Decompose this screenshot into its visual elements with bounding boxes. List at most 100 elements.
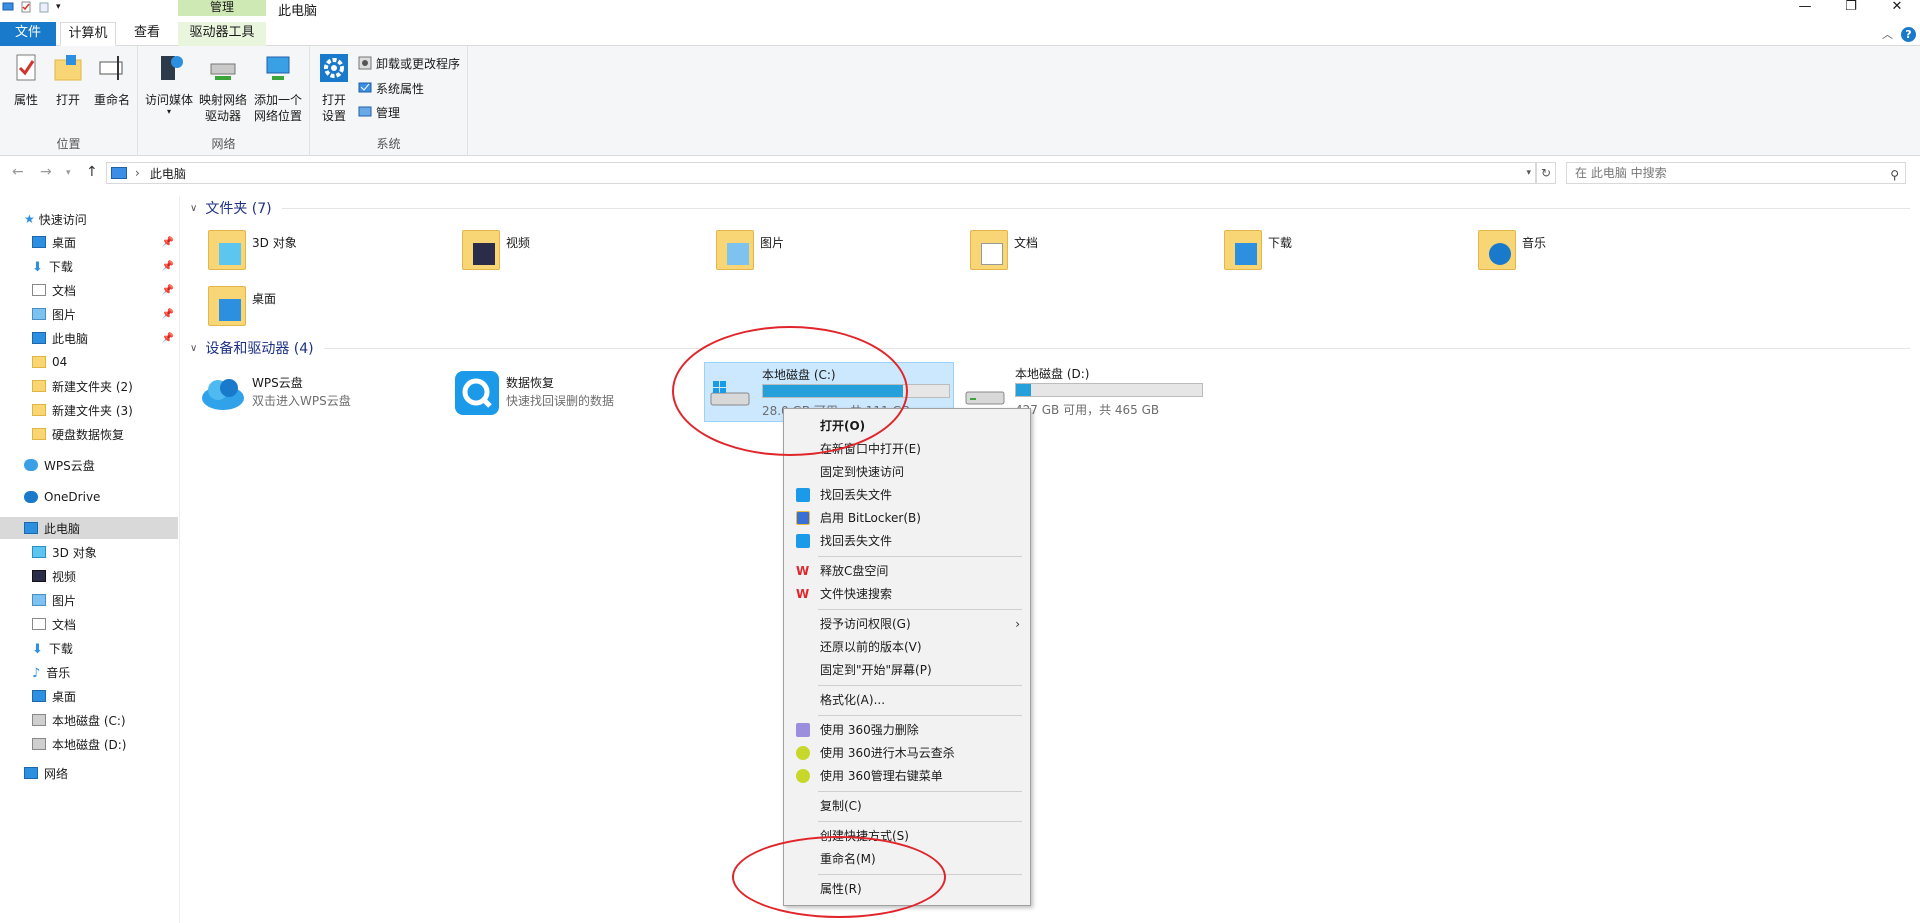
add-network-location-button[interactable]: 添加一个 网络位置 [250, 52, 306, 124]
sidebar-item-disk-recovery[interactable]: 硬盘数据恢复 [0, 423, 178, 445]
system-properties-button[interactable]: 系统属性 [358, 77, 424, 99]
menu-recover-files-1[interactable]: 找回丢失文件 [784, 484, 1030, 506]
wps-w-icon: W [796, 564, 810, 578]
map-drive-button[interactable]: 映射网络 驱动器 [196, 52, 250, 124]
sidebar-item-pictures-pc[interactable]: 图片 [0, 589, 178, 611]
sidebar-item-wps[interactable]: WPS云盘 [0, 454, 178, 476]
chevron-down-icon[interactable]: ∨ [190, 343, 197, 354]
menu-copy[interactable]: 复制(C) [784, 795, 1030, 817]
sidebar-item-desktop[interactable]: 桌面 📌 [0, 231, 178, 253]
new-folder-icon[interactable] [38, 1, 50, 13]
menu-360-scan[interactable]: 使用 360进行木马云查杀 [784, 742, 1030, 764]
tab-computer[interactable]: 计算机 [60, 22, 116, 46]
sidebar-item-quick-access[interactable]: ★ 快速访问 [0, 208, 178, 230]
folder-downloads[interactable]: 下载 [1222, 226, 1292, 270]
sidebar-item-videos[interactable]: 视频 [0, 565, 178, 587]
sidebar-item-documents-pc[interactable]: 文档 [0, 613, 178, 635]
menu-pin-start[interactable]: 固定到"开始"屏幕(P) [784, 659, 1030, 681]
folder-label: 图片 [760, 236, 785, 250]
breadcrumb[interactable]: 此电脑 [150, 165, 186, 182]
uninstall-programs-button[interactable]: 卸载或更改程序 [358, 52, 460, 74]
chevron-down-icon[interactable]: ∨ [190, 203, 197, 214]
sidebar-item-label: 04 [52, 355, 68, 369]
close-button[interactable]: ✕ [1874, 0, 1920, 16]
search-icon[interactable]: ⚲ [1890, 165, 1899, 185]
manage-button[interactable]: 管理 [358, 101, 400, 123]
menu-grant-access-label: 授予访问权限(G) [820, 617, 911, 631]
tab-view[interactable]: 查看 [122, 22, 172, 46]
back-arrow-icon[interactable]: ← [12, 164, 24, 180]
forward-arrow-icon[interactable]: → [40, 164, 52, 180]
sidebar-item-music[interactable]: ♪ 音乐 [0, 661, 178, 683]
recent-locations-icon[interactable]: ▾ [66, 168, 71, 178]
sidebar-item-desktop-pc[interactable]: 桌面 [0, 685, 178, 707]
menu-format[interactable]: 格式化(A)... [784, 689, 1030, 711]
360-shred-icon [796, 723, 810, 737]
menu-360-delete[interactable]: 使用 360强力删除 [784, 719, 1030, 741]
wps-cloud-name: WPS云盘 [252, 376, 303, 390]
sidebar-item-drive-d[interactable]: 本地磁盘 (D:) [0, 733, 178, 755]
tab-drive-tools[interactable]: 驱动器工具 [178, 22, 266, 46]
title-bar: ▾ 管理 此电脑 — ❐ ✕ [0, 0, 1920, 19]
rename-button[interactable]: 重命名 [90, 52, 134, 108]
menu-360-manage-label: 使用 360管理右键菜单 [820, 769, 943, 783]
menu-grant-access[interactable]: 授予访问权限(G) › [784, 613, 1030, 635]
access-media-button[interactable]: 访问媒体 ▾ [144, 52, 194, 116]
folders-section-header[interactable]: ∨ 文件夹 (7) [190, 198, 1910, 218]
menu-free-c-space[interactable]: W 释放C盘空间 [784, 560, 1030, 582]
folder-3d-objects[interactable]: 3D 对象 [206, 226, 297, 270]
maximize-button[interactable]: ❐ [1828, 0, 1874, 16]
sidebar-item-new-folder-2[interactable]: 新建文件夹 (2) [0, 375, 178, 397]
menu-separator [818, 609, 1022, 610]
menu-360-scan-label: 使用 360进行木马云查杀 [820, 746, 955, 760]
refresh-icon[interactable]: ↻ [1536, 162, 1556, 184]
address-dropdown-icon[interactable]: ▾ [1526, 168, 1531, 178]
sidebar-item-onedrive[interactable]: OneDrive [0, 486, 178, 508]
folder-desktop[interactable]: 桌面 [206, 282, 276, 326]
submenu-arrow-icon: › [1015, 617, 1020, 631]
sidebar-item-documents[interactable]: 文档 📌 [0, 279, 178, 301]
sidebar-item-this-pc-quick[interactable]: 此电脑 📌 [0, 327, 178, 349]
properties-check-icon[interactable] [20, 1, 32, 13]
sidebar-item-downloads[interactable]: ⬇ 下载 📌 [0, 255, 178, 277]
breadcrumb-separator-icon[interactable]: › [135, 166, 140, 180]
menu-bitlocker[interactable]: 启用 BitLocker(B) [784, 507, 1030, 529]
menu-restore-versions[interactable]: 还原以前的版本(V) [784, 636, 1030, 658]
address-bar[interactable]: › 此电脑 ▾ [106, 162, 1536, 184]
folder-music[interactable]: 音乐 [1476, 226, 1546, 270]
sidebar-item-this-pc[interactable]: 此电脑 [0, 517, 178, 539]
wps-cloud-tile[interactable]: WPS云盘 双击进入WPS云盘 [200, 366, 420, 422]
menu-360-manage[interactable]: 使用 360管理右键菜单 [784, 765, 1030, 787]
drive-d-capacity: 427 GB 可用，共 465 GB [1015, 403, 1160, 417]
open-settings-button[interactable]: 打开 设置 [316, 52, 352, 124]
manage-context-tab[interactable]: 管理 [178, 0, 266, 16]
menu-pin-quick-access[interactable]: 固定到快速访问 [784, 461, 1030, 483]
sidebar-item-network[interactable]: 网络 [0, 762, 178, 784]
folder-videos[interactable]: 视频 [460, 226, 530, 270]
sidebar-item-drive-c[interactable]: 本地磁盘 (C:) [0, 709, 178, 731]
sidebar-item-new-folder-3[interactable]: 新建文件夹 (3) [0, 399, 178, 421]
properties-button[interactable]: 属性 [8, 52, 44, 108]
collapse-ribbon-icon[interactable]: ︿ [1882, 26, 1893, 42]
up-arrow-icon[interactable]: ↑ [86, 164, 98, 180]
sidebar-item-label: 文档 [52, 617, 77, 632]
sidebar-item-label: 网络 [44, 766, 69, 781]
computer-icon[interactable] [2, 1, 14, 13]
minimize-button[interactable]: — [1782, 0, 1828, 16]
help-icon[interactable]: ? [1901, 26, 1916, 42]
location-group-label: 位置 [56, 137, 81, 151]
menu-recover-files-2[interactable]: 找回丢失文件 [784, 530, 1030, 552]
search-input[interactable]: 在 此电脑 中搜索 ⚲ [1566, 162, 1906, 184]
customize-qat-icon[interactable]: ▾ [56, 2, 61, 12]
data-recovery-tile[interactable]: 数据恢复 快速找回误删的数据 [454, 366, 674, 422]
menu-quick-search[interactable]: W 文件快速搜索 [784, 583, 1030, 605]
tab-file[interactable]: 文件 [0, 22, 56, 46]
sidebar-item-downloads-pc[interactable]: ⬇ 下载 [0, 637, 178, 659]
folder-documents[interactable]: 文档 [968, 226, 1038, 270]
folder-pictures[interactable]: 图片 [714, 226, 784, 270]
sidebar-item-3d-objects[interactable]: 3D 对象 [0, 541, 178, 563]
sidebar-item-folder-04[interactable]: 04 [0, 351, 178, 373]
open-button[interactable]: 打开 [50, 52, 86, 108]
sidebar-item-pictures[interactable]: 图片 📌 [0, 303, 178, 325]
devices-section-header[interactable]: ∨ 设备和驱动器 (4) [190, 338, 1910, 358]
